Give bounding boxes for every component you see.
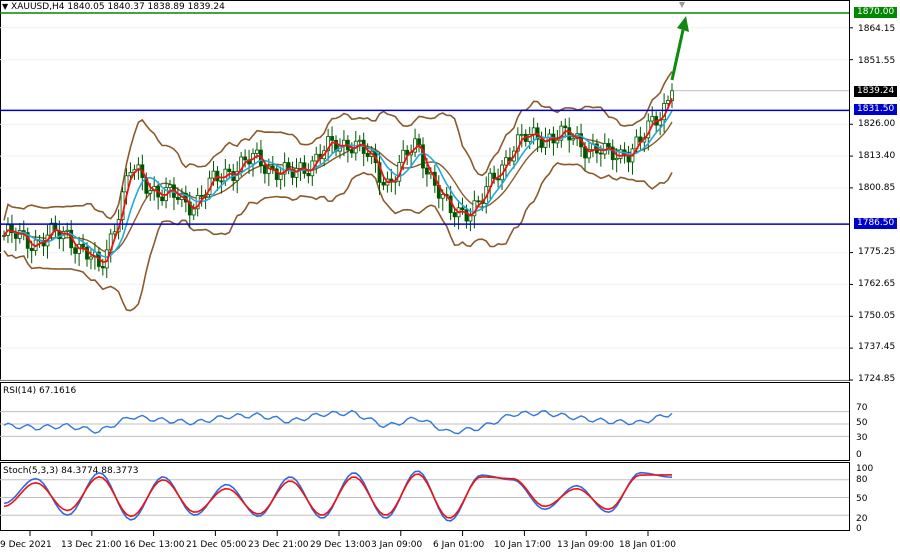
price-tick: 1750.05 xyxy=(858,311,896,321)
stoch-tick: 50 xyxy=(856,494,868,504)
stoch-tick: 80 xyxy=(856,475,868,485)
candle-body xyxy=(531,127,536,135)
candle-body xyxy=(567,127,572,141)
candle-body xyxy=(492,172,497,180)
stoch-tick: 0 xyxy=(856,524,862,534)
candle-body xyxy=(298,162,303,169)
candle-body xyxy=(65,229,70,232)
candle-body xyxy=(614,157,619,161)
time-label: 29 Dec 13:00 xyxy=(310,540,371,550)
candle-body xyxy=(100,266,105,269)
candle-body xyxy=(219,180,224,183)
candle-body xyxy=(365,153,370,157)
stoch-tick: 100 xyxy=(856,464,874,474)
candle-body xyxy=(168,184,172,188)
time-label: 10 Jan 17:00 xyxy=(494,540,551,550)
time-label: 23 Dec 21:00 xyxy=(248,540,309,550)
candle-body xyxy=(626,155,631,163)
price-tick: 1813.40 xyxy=(858,151,896,161)
candle-body xyxy=(227,168,232,172)
candle-body xyxy=(381,181,386,186)
candle-body xyxy=(425,167,429,175)
candle-body xyxy=(255,149,259,154)
rsi-tick: 50 xyxy=(856,418,868,428)
candle-body xyxy=(160,196,165,202)
time-label: 21 Dec 05:00 xyxy=(186,540,247,550)
candle-body xyxy=(571,137,576,141)
candle-body xyxy=(618,149,623,159)
candle-body xyxy=(464,209,469,222)
candle-body xyxy=(357,139,362,142)
time-label: 9 Dec 2021 xyxy=(0,540,52,550)
level-tag-top: 1870.00 xyxy=(854,7,898,18)
candle-body xyxy=(440,194,445,199)
candle-body xyxy=(606,143,611,148)
price-tick: 1851.55 xyxy=(858,56,896,66)
time-label: 13 Dec 21:00 xyxy=(61,540,122,550)
candle-body xyxy=(211,170,216,179)
time-label: 18 Jan 01:00 xyxy=(619,540,676,550)
price-tick: 1864.15 xyxy=(858,24,896,34)
time-label: 6 Jan 01:00 xyxy=(433,540,485,550)
candle-body xyxy=(148,190,153,194)
candle-body xyxy=(504,157,508,166)
chevron-down-icon[interactable]: ▼ xyxy=(2,2,8,11)
candle-body xyxy=(452,212,457,218)
candle-body xyxy=(243,156,248,161)
price-tick: 1762.65 xyxy=(858,279,896,289)
candle-body xyxy=(349,149,354,154)
stoch-header: Stoch(5,3,3) 84.3774 88.3773 xyxy=(3,466,139,476)
level-tag-resistance: 1831.50 xyxy=(854,104,898,115)
current-price-tag: 1839.24 xyxy=(854,86,898,97)
rsi-tick: 0 xyxy=(856,450,862,460)
rsi-header: RSI(14) 67.1616 xyxy=(3,386,77,396)
candle-body xyxy=(650,116,655,122)
chart-header: ▼ XAUUSD,H4 1840.05 1840.37 1838.89 1839… xyxy=(2,2,225,12)
candle-body xyxy=(539,138,544,148)
rsi-tick: 70 xyxy=(856,403,868,413)
candle-body xyxy=(417,138,421,146)
candle-body xyxy=(314,153,319,162)
candle-body xyxy=(330,136,334,141)
candle-body xyxy=(294,167,299,178)
candle-body xyxy=(73,247,78,254)
candle-body xyxy=(519,133,524,136)
price-tick: 1800.85 xyxy=(858,183,896,193)
candle-body xyxy=(128,172,133,177)
candle-body xyxy=(543,137,548,148)
price-tick: 1775.25 xyxy=(858,247,896,257)
candle-body xyxy=(598,152,603,155)
price-tick: 1737.45 xyxy=(858,342,896,352)
candle-body xyxy=(460,207,465,211)
candle-body xyxy=(191,208,196,216)
candle-body xyxy=(199,195,204,197)
candle-body xyxy=(29,247,34,252)
time-label: 13 Jan 09:00 xyxy=(557,540,614,550)
time-label: 3 Jan 09:00 xyxy=(371,540,423,550)
candle-body xyxy=(176,197,180,200)
candle-body xyxy=(563,125,568,129)
candle-body xyxy=(262,165,267,174)
level-tag-support: 1786.50 xyxy=(854,218,898,229)
price-tick: 1826.00 xyxy=(858,119,896,129)
rsi-tick: 30 xyxy=(856,433,868,443)
candle-body xyxy=(81,243,85,248)
time-label: 16 Dec 13:00 xyxy=(124,540,185,550)
candle-body xyxy=(2,235,6,237)
candle-body xyxy=(555,139,560,144)
symbol-header: XAUUSD,H4 1840.05 1840.37 1838.89 1839.2… xyxy=(11,2,225,12)
candle-body xyxy=(89,256,93,260)
candle-body xyxy=(476,200,481,203)
price-tick: 1724.85 xyxy=(858,374,896,384)
candle-body xyxy=(306,172,311,177)
